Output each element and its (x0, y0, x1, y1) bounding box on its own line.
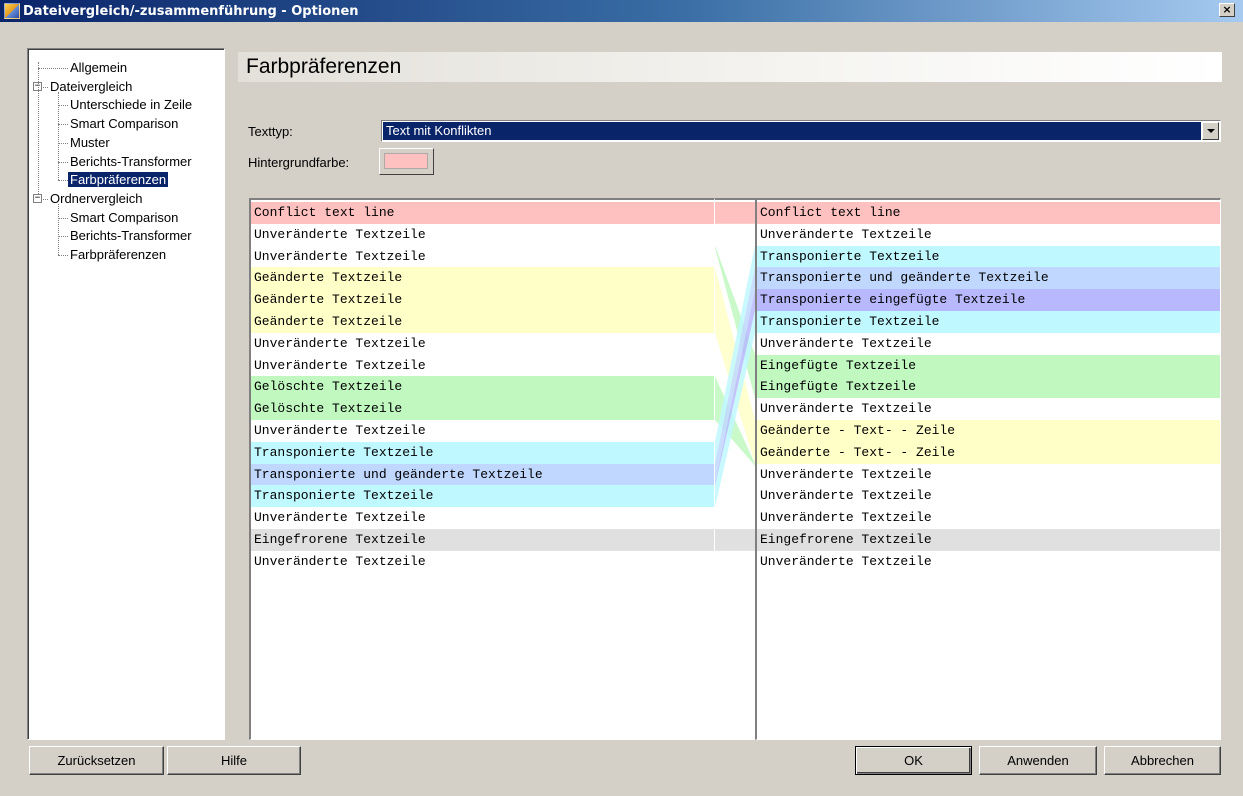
tree-connector (58, 217, 68, 219)
preview-line: Geänderte - Text- - Zeile (757, 441, 1220, 464)
texttype-label: Texttyp: (248, 124, 293, 139)
preview-line: Unveränderte Textzeile (251, 420, 714, 442)
tree-connector (58, 236, 68, 238)
preview-line: Unveränderte Textzeile (757, 398, 1220, 421)
preview-line: Transponierte und geänderte Textzeile (757, 267, 1220, 290)
tree-connector (38, 68, 68, 69)
preview-line: Unveränderte Textzeile (251, 223, 714, 246)
preview-left-pane[interactable]: Conflict text line Unveränderte Textzeile… (249, 198, 715, 740)
preview-line: Geänderte Textzeile (251, 267, 714, 290)
texttype-select-value: Text mit Konflikten (383, 122, 1201, 140)
apply-button[interactable]: Anwenden (979, 746, 1097, 775)
preview-right-pane[interactable]: Conflict text line Unveränderte Textzeile… (755, 198, 1221, 740)
tree-item-label: Smart Comparison (70, 209, 179, 225)
tree-connector (58, 124, 68, 126)
collapse-icon[interactable]: − (33, 193, 42, 203)
preview-line: Unveränderte Textzeile (757, 463, 1220, 486)
preview-line: Eingefrorene Textzeile (251, 529, 714, 551)
title-bar[interactable]: Dateivergleich/-zusammenführung - Option… (0, 0, 1243, 22)
tree-connector (38, 62, 39, 194)
preview-line: Conflict text line (757, 202, 1220, 224)
tree-item-label: Berichts-Transformer (70, 228, 192, 244)
preview-line: Unveränderte Textzeile (757, 485, 1220, 508)
preview-line: Transponierte Textzeile (251, 485, 714, 508)
preview-line: Gelöschte Textzeile (251, 376, 714, 399)
tree-item-label: Farbpräferenzen (68, 172, 169, 188)
help-button[interactable]: Hilfe (167, 746, 301, 775)
tree-item[interactable]: Berichts-Transformer (68, 153, 194, 170)
tree-connector (58, 142, 68, 144)
tree-item-label: Muster (70, 134, 110, 150)
tree-item[interactable]: Smart Comparison (68, 209, 180, 226)
preview-line: Geänderte Textzeile (251, 289, 714, 312)
tree-item[interactable]: Farbpräferenzen (68, 246, 168, 263)
preview-line: Transponierte Textzeile (757, 311, 1220, 333)
preview-gutter (715, 198, 755, 740)
preview-line: Unveränderte Textzeile (251, 354, 714, 377)
tree-connector (58, 91, 59, 181)
preview-line: Eingefrorene Textzeile (757, 529, 1220, 551)
tree-item-label: Farbpräferenzen (70, 247, 167, 262)
tree-item-label: Dateivergleich (50, 78, 133, 94)
app-icon (4, 3, 20, 19)
bgcolor-label: Hintergrundfarbe: (248, 155, 350, 170)
tree-connector (58, 180, 68, 182)
tree-item[interactable]: Berichts-Transformer (68, 227, 194, 244)
connector-lines (715, 202, 755, 551)
tree-connector (58, 203, 59, 255)
preview-line: Unveränderte Textzeile (757, 223, 1220, 246)
preview-line: Unveränderte Textzeile (251, 550, 714, 573)
preview-line: Eingefügte Textzeile (757, 354, 1220, 377)
close-button[interactable]: × (1219, 3, 1235, 17)
preview-line: Transponierte Textzeile (757, 245, 1220, 268)
preview-line: Geänderte - Text- - Zeile (757, 420, 1220, 442)
window-title: Dateivergleich/-zusammenführung - Option… (23, 3, 359, 19)
options-tree[interactable]: Allgemein Dateivergleich − Unterschiede in … (27, 48, 225, 740)
texttype-select[interactable]: Text mit Konflikten (381, 120, 1221, 142)
preview-line: Unveränderte Textzeile (251, 507, 714, 530)
preview-line: Transponierte eingefügte Textzeile (757, 289, 1220, 312)
tree-item[interactable]: Dateivergleich (48, 78, 134, 95)
preview-line: Unveränderte Textzeile (251, 332, 714, 355)
cancel-button[interactable]: Abbrechen (1104, 746, 1221, 775)
tree-connector (58, 105, 68, 107)
connector-band (715, 529, 755, 551)
reset-button[interactable]: Zurücksetzen (29, 746, 164, 775)
tree-item-label: Smart Comparison (70, 116, 179, 132)
bgcolor-picker-button[interactable] (379, 148, 434, 175)
bgcolor-swatch (384, 153, 428, 169)
tree-item-label: Allgemein (70, 60, 128, 75)
tree-item[interactable]: Farbpräferenzen (68, 171, 169, 188)
tree-item[interactable]: Muster (68, 134, 112, 151)
preview-line: Unveränderte Textzeile (757, 550, 1220, 573)
preview-line: Eingefügte Textzeile (757, 376, 1220, 399)
tree-item[interactable]: Allgemein (68, 59, 129, 76)
preview-line: Unveränderte Textzeile (251, 245, 714, 268)
tree-connector (43, 86, 48, 88)
tree-connector (58, 255, 68, 256)
preview-line: Conflict text line (251, 202, 714, 224)
tree-item[interactable]: Smart Comparison (68, 115, 180, 132)
tree-item-label: Berichts-Transformer (70, 153, 192, 169)
preview-line: Transponierte und geänderte Textzeile (251, 463, 714, 486)
tree-item[interactable]: Unterschiede in Zeile (68, 96, 194, 113)
tree-item[interactable]: Ordnervergleich (48, 190, 145, 207)
tree-connector (58, 161, 68, 163)
tree-connector (43, 198, 48, 200)
page-title: Farbpräferenzen (238, 52, 1222, 82)
tree-item-label: Ordnervergleich (50, 190, 143, 206)
ok-button[interactable]: OK (855, 746, 972, 775)
preview-line: Geänderte Textzeile (251, 311, 714, 333)
preview-line: Transponierte Textzeile (251, 441, 714, 464)
preview-line: Unveränderte Textzeile (757, 332, 1220, 355)
preview-line: Gelöschte Textzeile (251, 398, 714, 421)
tree-item-label: Unterschiede in Zeile (70, 97, 193, 113)
connector-band (715, 202, 755, 224)
chevron-down-icon[interactable] (1202, 122, 1219, 140)
preview-line: Unveränderte Textzeile (757, 507, 1220, 530)
